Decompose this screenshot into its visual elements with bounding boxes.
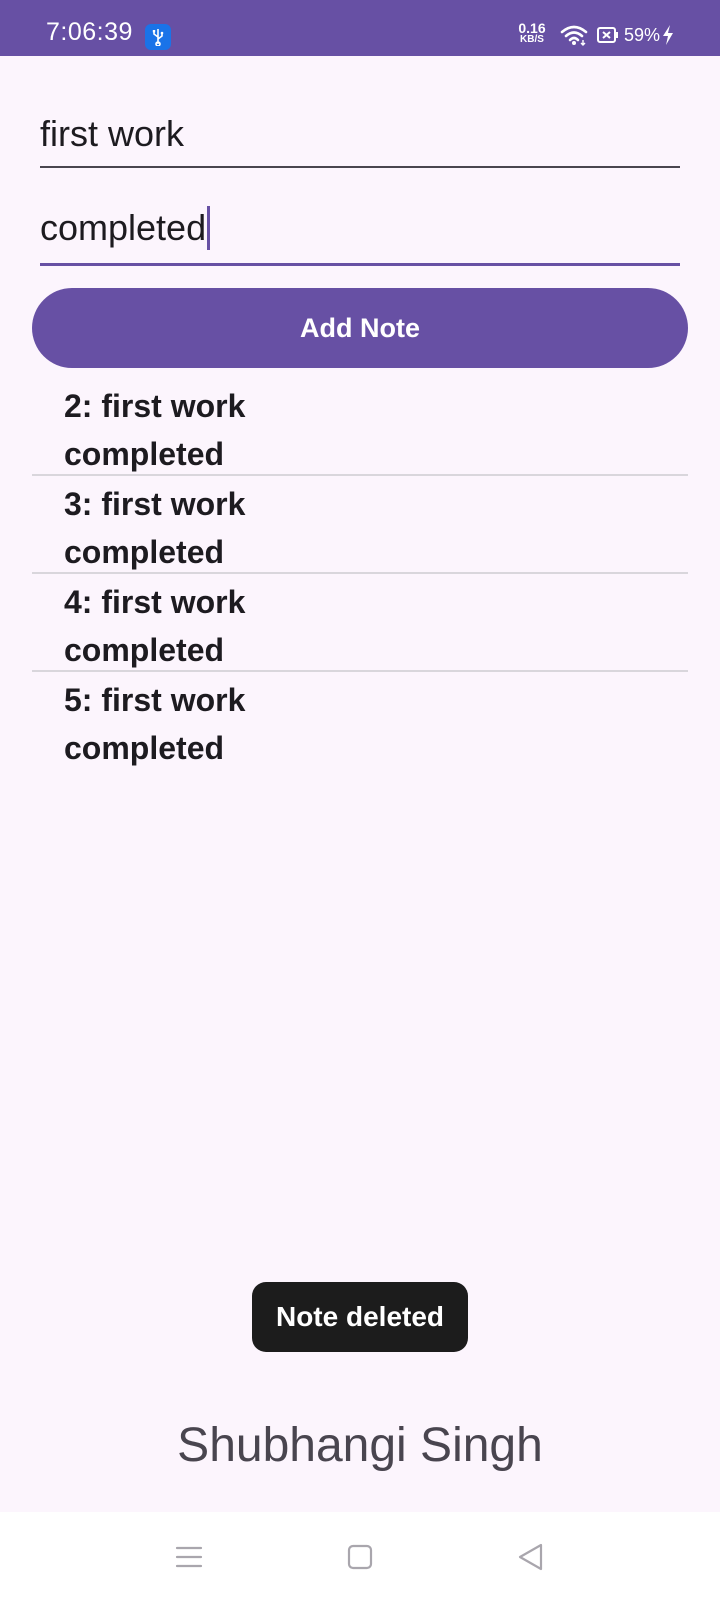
wifi-icon — [560, 24, 588, 51]
note-body: completed — [64, 632, 225, 668]
note-body: completed — [64, 534, 225, 570]
battery-x-icon — [597, 27, 619, 48]
note-title: 2: first work — [64, 388, 246, 424]
add-note-button[interactable]: Add Note — [32, 288, 688, 368]
text-cursor — [207, 206, 211, 250]
back-icon[interactable] — [514, 1540, 548, 1574]
author-name: Shubhangi Singh — [177, 1419, 543, 1472]
note-list: 2: first work completed 3: first work co… — [32, 378, 688, 770]
usb-icon — [145, 24, 171, 50]
status-bar: 7:06:39 0.16 KB/S 59% — [0, 0, 720, 56]
note-title: 4: first work — [64, 584, 246, 620]
note-title: 5: first work — [64, 682, 246, 718]
note-item[interactable]: 3: first work completed — [32, 476, 688, 574]
note-title: 3: first work — [64, 486, 246, 522]
note-body: completed — [64, 436, 225, 472]
toast-message: Note deleted — [252, 1282, 468, 1352]
home-icon[interactable] — [343, 1540, 377, 1574]
note-title-input[interactable]: first work — [40, 112, 680, 168]
net-speed: 0.16 KB/S — [514, 21, 550, 46]
note-item[interactable]: 2: first work completed — [32, 378, 688, 476]
menu-icon[interactable] — [172, 1540, 206, 1574]
note-item[interactable]: 5: first work completed — [32, 672, 688, 770]
note-body: completed — [64, 730, 225, 766]
note-title-value: first work — [40, 113, 184, 154]
navigation-bar — [0, 1512, 720, 1600]
charging-icon — [661, 24, 675, 51]
note-item[interactable]: 4: first work completed — [32, 574, 688, 672]
status-time: 7:06:39 — [46, 18, 133, 46]
note-content-input[interactable]: completed — [40, 206, 680, 266]
note-content-value: completed — [40, 207, 207, 248]
battery-percent: 59% — [624, 25, 661, 45]
